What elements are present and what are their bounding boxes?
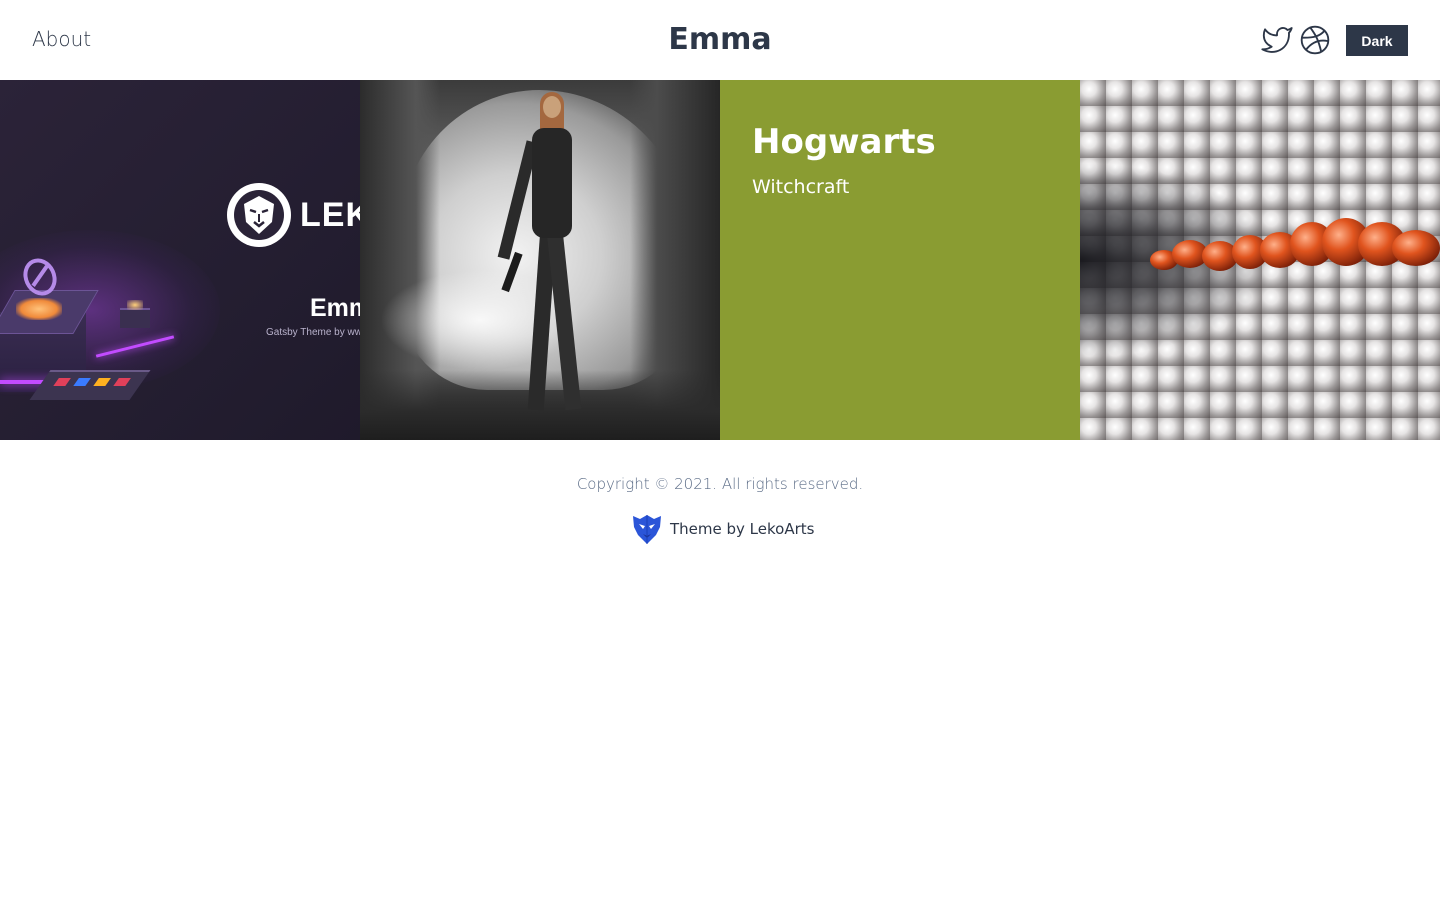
project-card-emma-cover[interactable]: LEK Emm Gatsby Theme by ww: [0, 80, 360, 440]
cube-light: [16, 298, 62, 320]
copyright-text: Copyright © 2021. All rights reserved.: [576, 475, 864, 493]
project-title: Hogwarts: [752, 122, 936, 162]
figure-head: [543, 96, 561, 118]
twitter-icon: [1261, 27, 1293, 53]
project-grid: LEK Emm Gatsby Theme by ww Hogwarts Witc…: [0, 80, 1440, 440]
conveyor-belt: [29, 370, 151, 400]
cover-logo-text: LEK: [300, 196, 360, 234]
nav-about-link[interactable]: About: [32, 27, 91, 51]
small-box: [120, 308, 150, 328]
project-card-hogwarts[interactable]: Hogwarts Witchcraft: [720, 80, 1080, 440]
dribbble-icon: [1300, 25, 1330, 55]
site-title: Emma: [0, 22, 1440, 57]
lekoarts-logo-icon: [633, 515, 661, 544]
theme-credit-text: Theme by LekoArts: [670, 520, 815, 538]
cover-subtitle: Gatsby Theme by ww: [266, 327, 360, 338]
lion-logo-icon: [227, 183, 291, 247]
project-card-photo[interactable]: [360, 80, 720, 440]
theme-toggle-button[interactable]: Dark: [1346, 25, 1408, 56]
site-title-link[interactable]: Emma: [668, 22, 771, 57]
orange-chain: [1150, 218, 1440, 271]
dribbble-link[interactable]: [1299, 24, 1331, 56]
small-light: [127, 300, 143, 310]
project-subtitle: Witchcraft: [752, 176, 850, 198]
twitter-link[interactable]: [1261, 24, 1293, 56]
site-header: About Emma Dark: [0, 0, 1440, 80]
theme-credit-link[interactable]: Theme by LekoArts: [632, 513, 814, 545]
project-card-spheres[interactable]: [1080, 80, 1440, 440]
cover-title: Emm: [310, 294, 360, 322]
figure-body: [532, 128, 572, 238]
